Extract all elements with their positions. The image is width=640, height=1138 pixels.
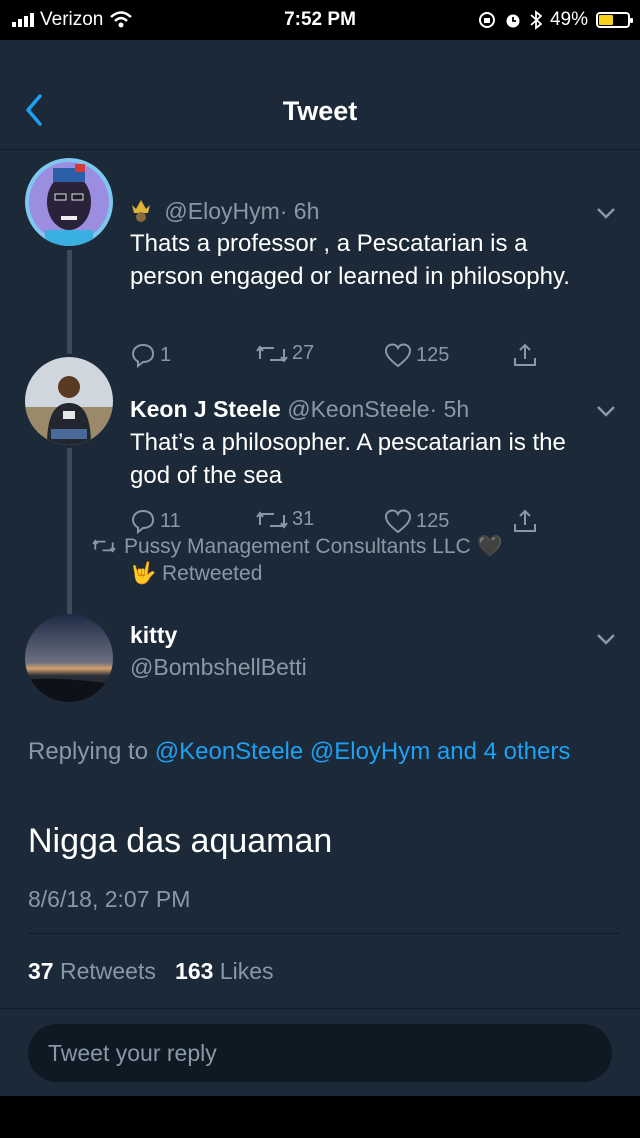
tweet-time: · 5h <box>429 396 470 422</box>
author-handle[interactable]: @EloyHym <box>164 198 279 224</box>
author-handle[interactable]: @KeonSteele <box>287 396 429 422</box>
orientation-lock-icon <box>478 12 495 28</box>
battery-icon <box>596 12 633 28</box>
tweet-time: · 6h <box>279 198 320 224</box>
page-title: Tweet <box>282 96 358 126</box>
engagement-counts[interactable]: 37 Retweets 163 Likes <box>28 958 274 985</box>
chevron-down-icon[interactable] <box>596 206 616 220</box>
like-total-label: Likes <box>219 958 274 984</box>
reply-placeholder: Tweet your reply <box>48 1040 217 1066</box>
nav-bar: Tweet <box>0 40 640 150</box>
main-author-name[interactable]: kitty <box>130 622 177 649</box>
thread-connector <box>67 250 72 340</box>
main-tweet-text: Nigga das aquaman <box>28 822 333 860</box>
retweet-total: 37 <box>28 958 54 984</box>
replying-to-line: Replying to @KeonSteele @EloyHym and 4 o… <box>28 734 588 769</box>
thread-tweet-2[interactable]: Keon J Steele @KeonSteele· 5h That’s a p… <box>0 340 640 646</box>
battery-percent: 49% <box>549 9 588 30</box>
tweet-screen: Tweet @EloyHym· 6h Thats a professor , a… <box>0 40 640 1096</box>
like-count: 125 <box>416 509 450 532</box>
share-button[interactable] <box>512 508 538 534</box>
thread-connector <box>67 340 72 354</box>
tweet-text: Thats a professor , a Pescatarian is a p… <box>130 230 570 290</box>
chevron-down-icon[interactable] <box>596 404 616 418</box>
retweet-button[interactable]: 31 <box>256 508 314 531</box>
thread-tweet-1[interactable]: @EloyHym· 6h Thats a professor , a Pesca… <box>0 150 640 368</box>
avatar[interactable] <box>25 158 113 246</box>
avatar[interactable] <box>25 357 113 445</box>
retweeted-label: 🤟 Retweeted <box>130 562 263 585</box>
bluetooth-icon <box>530 10 542 30</box>
tweet-text: That’s a philosopher. A pescatarian is t… <box>130 429 566 489</box>
heart-icon <box>384 509 412 534</box>
reply-input[interactable]: Tweet your reply <box>28 1024 612 1082</box>
replying-to-link[interactable]: @KeonSteele @EloyHym and 4 others <box>155 738 571 765</box>
like-button[interactable]: 125 <box>384 508 449 534</box>
chevron-down-icon[interactable] <box>596 632 616 646</box>
retweet-total-label: Retweets <box>59 958 156 984</box>
replying-prefix: Replying to <box>28 738 149 765</box>
retweeter-name[interactable]: Pussy Management Consultants LLC 🖤 <box>124 535 503 558</box>
author-name[interactable]: Keon J Steele <box>130 396 281 422</box>
main-author-handle[interactable]: @BombshellBetti <box>130 654 307 681</box>
divider <box>28 933 620 934</box>
reply-button[interactable]: 11 <box>130 508 181 534</box>
retweet-icon <box>256 510 288 529</box>
status-bar: Verizon 7:52 PM 49% <box>0 0 640 40</box>
reply-count: 11 <box>160 509 181 532</box>
alarm-icon <box>506 14 520 28</box>
like-total: 163 <box>175 958 214 984</box>
retweeted-by-notice[interactable]: Pussy Management Consultants LLC 🖤 🤟 Ret… <box>92 533 503 587</box>
retweet-icon <box>92 539 116 553</box>
retweet-count: 31 <box>292 508 315 530</box>
main-tweet-date: 8/6/18, 2:07 PM <box>28 886 191 912</box>
crown-emoji-icon <box>132 200 150 222</box>
share-icon <box>514 509 536 532</box>
main-avatar[interactable] <box>25 614 113 702</box>
reply-icon <box>131 509 155 534</box>
